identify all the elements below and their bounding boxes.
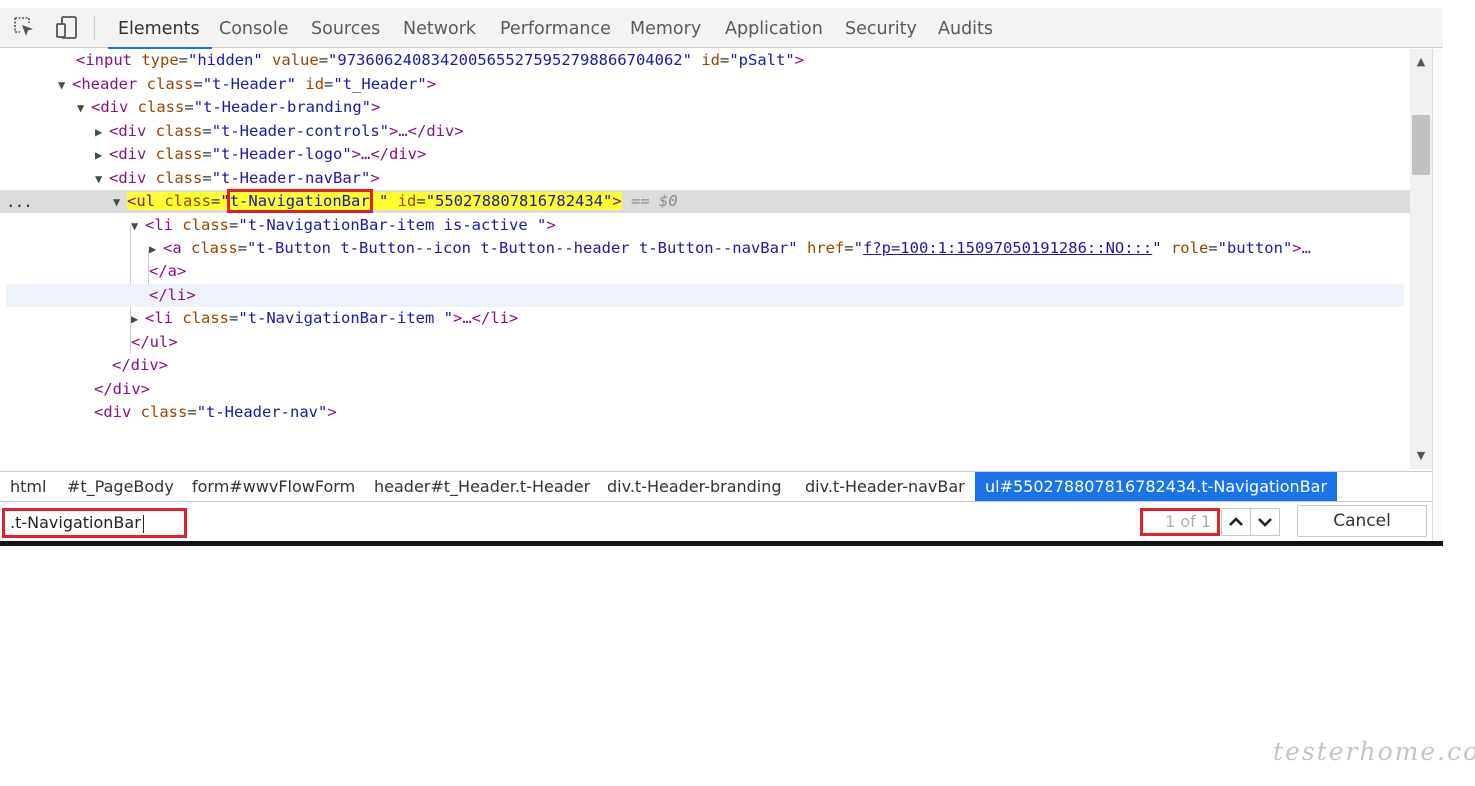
- tab-network[interactable]: Network: [403, 8, 476, 48]
- search-input[interactable]: .t-NavigationBar: [2, 508, 187, 538]
- scrollbar-thumb[interactable]: [1412, 115, 1430, 175]
- tree-node-branding[interactable]: ▼ <div class="t-Header-branding">: [0, 96, 1410, 119]
- selected-node-marker: == $0: [631, 192, 678, 210]
- collapsed-triangle-icon[interactable]: ▶: [95, 121, 109, 144]
- scroll-up-icon[interactable]: ▲: [1414, 55, 1428, 69]
- href-link[interactable]: f?p=100:1:15097050191286::NO:::: [863, 239, 1152, 257]
- tab-elements[interactable]: Elements: [108, 8, 212, 49]
- breadcrumb-item[interactable]: #t_PageBody: [57, 472, 184, 502]
- watermark: testerhome.com: [1273, 737, 1475, 766]
- breadcrumb-item-selected[interactable]: ul#550278807816782434.t-NavigationBar: [975, 472, 1338, 502]
- tab-memory[interactable]: Memory: [630, 8, 701, 48]
- tree-node-ul-close[interactable]: </ul>: [0, 331, 1410, 354]
- class-value-highlight: t-NavigationBar: [226, 189, 373, 213]
- device-toolbar-icon[interactable]: [54, 15, 80, 41]
- search-bar: .t-NavigationBar 1 of 1 Cancel: [0, 501, 1432, 541]
- tree-node-ul-selected[interactable]: ... ▼ <ul class="t-NavigationBar " id="55…: [0, 189, 1410, 214]
- breadcrumb-item[interactable]: div.t-Header-branding: [597, 472, 792, 502]
- tree-node-anchor-close[interactable]: </a>: [0, 260, 1410, 283]
- devtools-panel: Elements Console Sources Network Perform…: [0, 0, 1443, 546]
- text-caret: [142, 514, 144, 533]
- breadcrumb-item[interactable]: header#t_Header.t-Header: [364, 472, 600, 502]
- elements-tree[interactable]: <input type="hidden" value="973606240834…: [0, 49, 1410, 469]
- tree-node-div-close[interactable]: </div>: [0, 378, 1410, 401]
- more-options-icon[interactable]: ...: [6, 190, 33, 213]
- tree-node-navbar[interactable]: ▼ <div class="t-Header-navBar">: [0, 167, 1410, 190]
- page-edge-divider: [0, 541, 1443, 546]
- vertical-scrollbar[interactable]: ▲ ▼: [1410, 49, 1432, 469]
- tree-node-controls[interactable]: ▶ <div class="t-Header-controls">…</div>: [0, 120, 1410, 143]
- scroll-down-icon[interactable]: ▼: [1414, 449, 1428, 463]
- match-count: 1 of 1: [1140, 508, 1220, 536]
- inspect-element-icon[interactable]: [12, 15, 38, 41]
- breadcrumb: html #t_PageBody form#wwvFlowForm header…: [0, 471, 1432, 502]
- collapsed-triangle-icon[interactable]: ▶: [131, 308, 145, 331]
- tree-node-li-active[interactable]: ▼ <li class="t-NavigationBar-item is-acti…: [0, 214, 1410, 237]
- tree-node-input[interactable]: <input type="hidden" value="973606240834…: [0, 49, 1410, 72]
- tree-node-anchor[interactable]: ▶ <a class="t-Button t-Button--icon t-But…: [0, 237, 1410, 260]
- collapsed-triangle-icon[interactable]: ▶: [95, 144, 109, 167]
- tab-console[interactable]: Console: [219, 8, 288, 48]
- expand-triangle-icon[interactable]: ▼: [113, 191, 127, 214]
- breadcrumb-item[interactable]: html: [0, 472, 56, 502]
- sidebar-pane-edge: [1432, 49, 1443, 546]
- devtools-toolbar: Elements Console Sources Network Perform…: [0, 8, 1443, 49]
- expand-triangle-icon[interactable]: ▼: [95, 168, 109, 191]
- tab-sources[interactable]: Sources: [311, 8, 380, 48]
- tree-node-header[interactable]: ▼ <header class="t-Header" id="t_Header">: [0, 73, 1410, 96]
- cancel-button[interactable]: Cancel: [1297, 505, 1427, 537]
- collapsed-triangle-icon[interactable]: ▶: [149, 238, 163, 261]
- tree-node-div-close[interactable]: </div>: [0, 354, 1410, 377]
- toolbar-separator: [94, 16, 95, 40]
- tree-node-header-nav[interactable]: <div class="t-Header-nav">: [0, 401, 1410, 424]
- previous-match-button[interactable]: [1221, 508, 1251, 536]
- tab-performance[interactable]: Performance: [500, 8, 611, 48]
- tree-node-logo[interactable]: ▶ <div class="t-Header-logo">…</div>: [0, 143, 1410, 166]
- breadcrumb-item[interactable]: form#wwvFlowForm: [182, 472, 365, 502]
- chevron-up-icon: [1229, 517, 1243, 526]
- tree-node-li-close[interactable]: </li>: [6, 284, 1404, 307]
- chevron-down-icon: [1258, 518, 1272, 527]
- expand-triangle-icon[interactable]: ▼: [131, 215, 145, 238]
- breadcrumb-item[interactable]: div.t-Header-navBar: [795, 472, 975, 502]
- expand-triangle-icon[interactable]: ▼: [77, 97, 91, 120]
- tree-node-li[interactable]: ▶ <li class="t-NavigationBar-item ">…</li…: [0, 307, 1410, 330]
- expand-triangle-icon[interactable]: ▼: [58, 74, 72, 97]
- tab-application[interactable]: Application: [725, 8, 823, 48]
- next-match-button[interactable]: [1250, 508, 1280, 536]
- tab-audits[interactable]: Audits: [938, 8, 993, 48]
- tab-security[interactable]: Security: [845, 8, 917, 48]
